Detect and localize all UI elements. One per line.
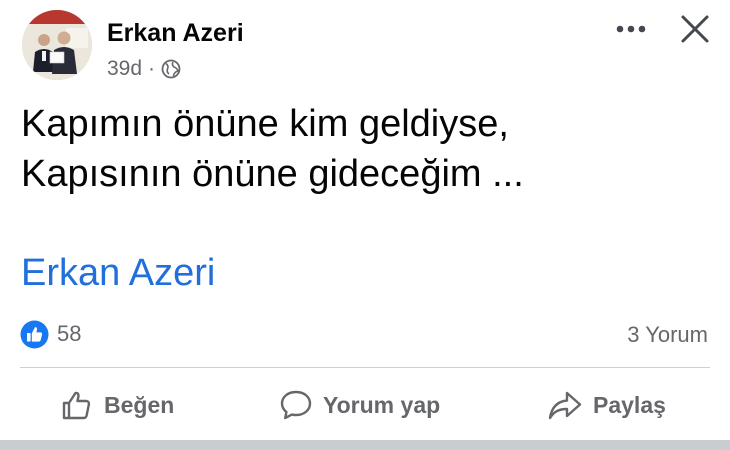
post-text-line-1: Kapımın önüne kim geldiyse, xyxy=(21,103,509,145)
globe-icon xyxy=(161,59,181,79)
reactions-summary[interactable]: 58 xyxy=(20,318,81,350)
share-arrow-icon xyxy=(548,391,582,420)
author-avatar[interactable] xyxy=(22,10,92,80)
reaction-count: 58 xyxy=(57,321,82,346)
post-timestamp[interactable]: 39d xyxy=(107,57,142,81)
post-body: Kapımın önüne kim geldiyse, Kapısının ön… xyxy=(21,99,711,199)
like-button-label: Beğen xyxy=(104,391,175,418)
like-badge-icon xyxy=(20,320,49,349)
share-button-label: Paylaş xyxy=(593,391,666,418)
close-icon xyxy=(681,15,709,43)
comment-bubble-icon xyxy=(280,390,312,420)
like-button[interactable]: Beğen xyxy=(60,386,174,424)
share-button[interactable]: Paylaş xyxy=(547,386,666,424)
more-dots-icon xyxy=(616,25,646,33)
meta-separator: · xyxy=(148,57,156,80)
comment-button-label: Yorum yap xyxy=(323,391,441,418)
post-text-line-2: Kapısının önüne gideceğim ... xyxy=(21,153,524,195)
post-header: Erkan Azeri 39d · xyxy=(0,0,730,90)
author-name[interactable]: Erkan Azeri xyxy=(107,19,244,48)
close-button[interactable] xyxy=(676,10,714,48)
thumbs-up-icon xyxy=(62,391,91,420)
comment-button[interactable]: Yorum yap xyxy=(279,386,440,424)
comment-count[interactable]: 3 Yorum xyxy=(627,322,708,348)
actions-divider xyxy=(20,367,710,368)
post-meta: 39d · xyxy=(107,56,181,82)
feed-separator xyxy=(0,440,730,450)
author-link[interactable]: Erkan Azeri xyxy=(21,252,215,295)
more-options-button[interactable] xyxy=(614,14,648,44)
